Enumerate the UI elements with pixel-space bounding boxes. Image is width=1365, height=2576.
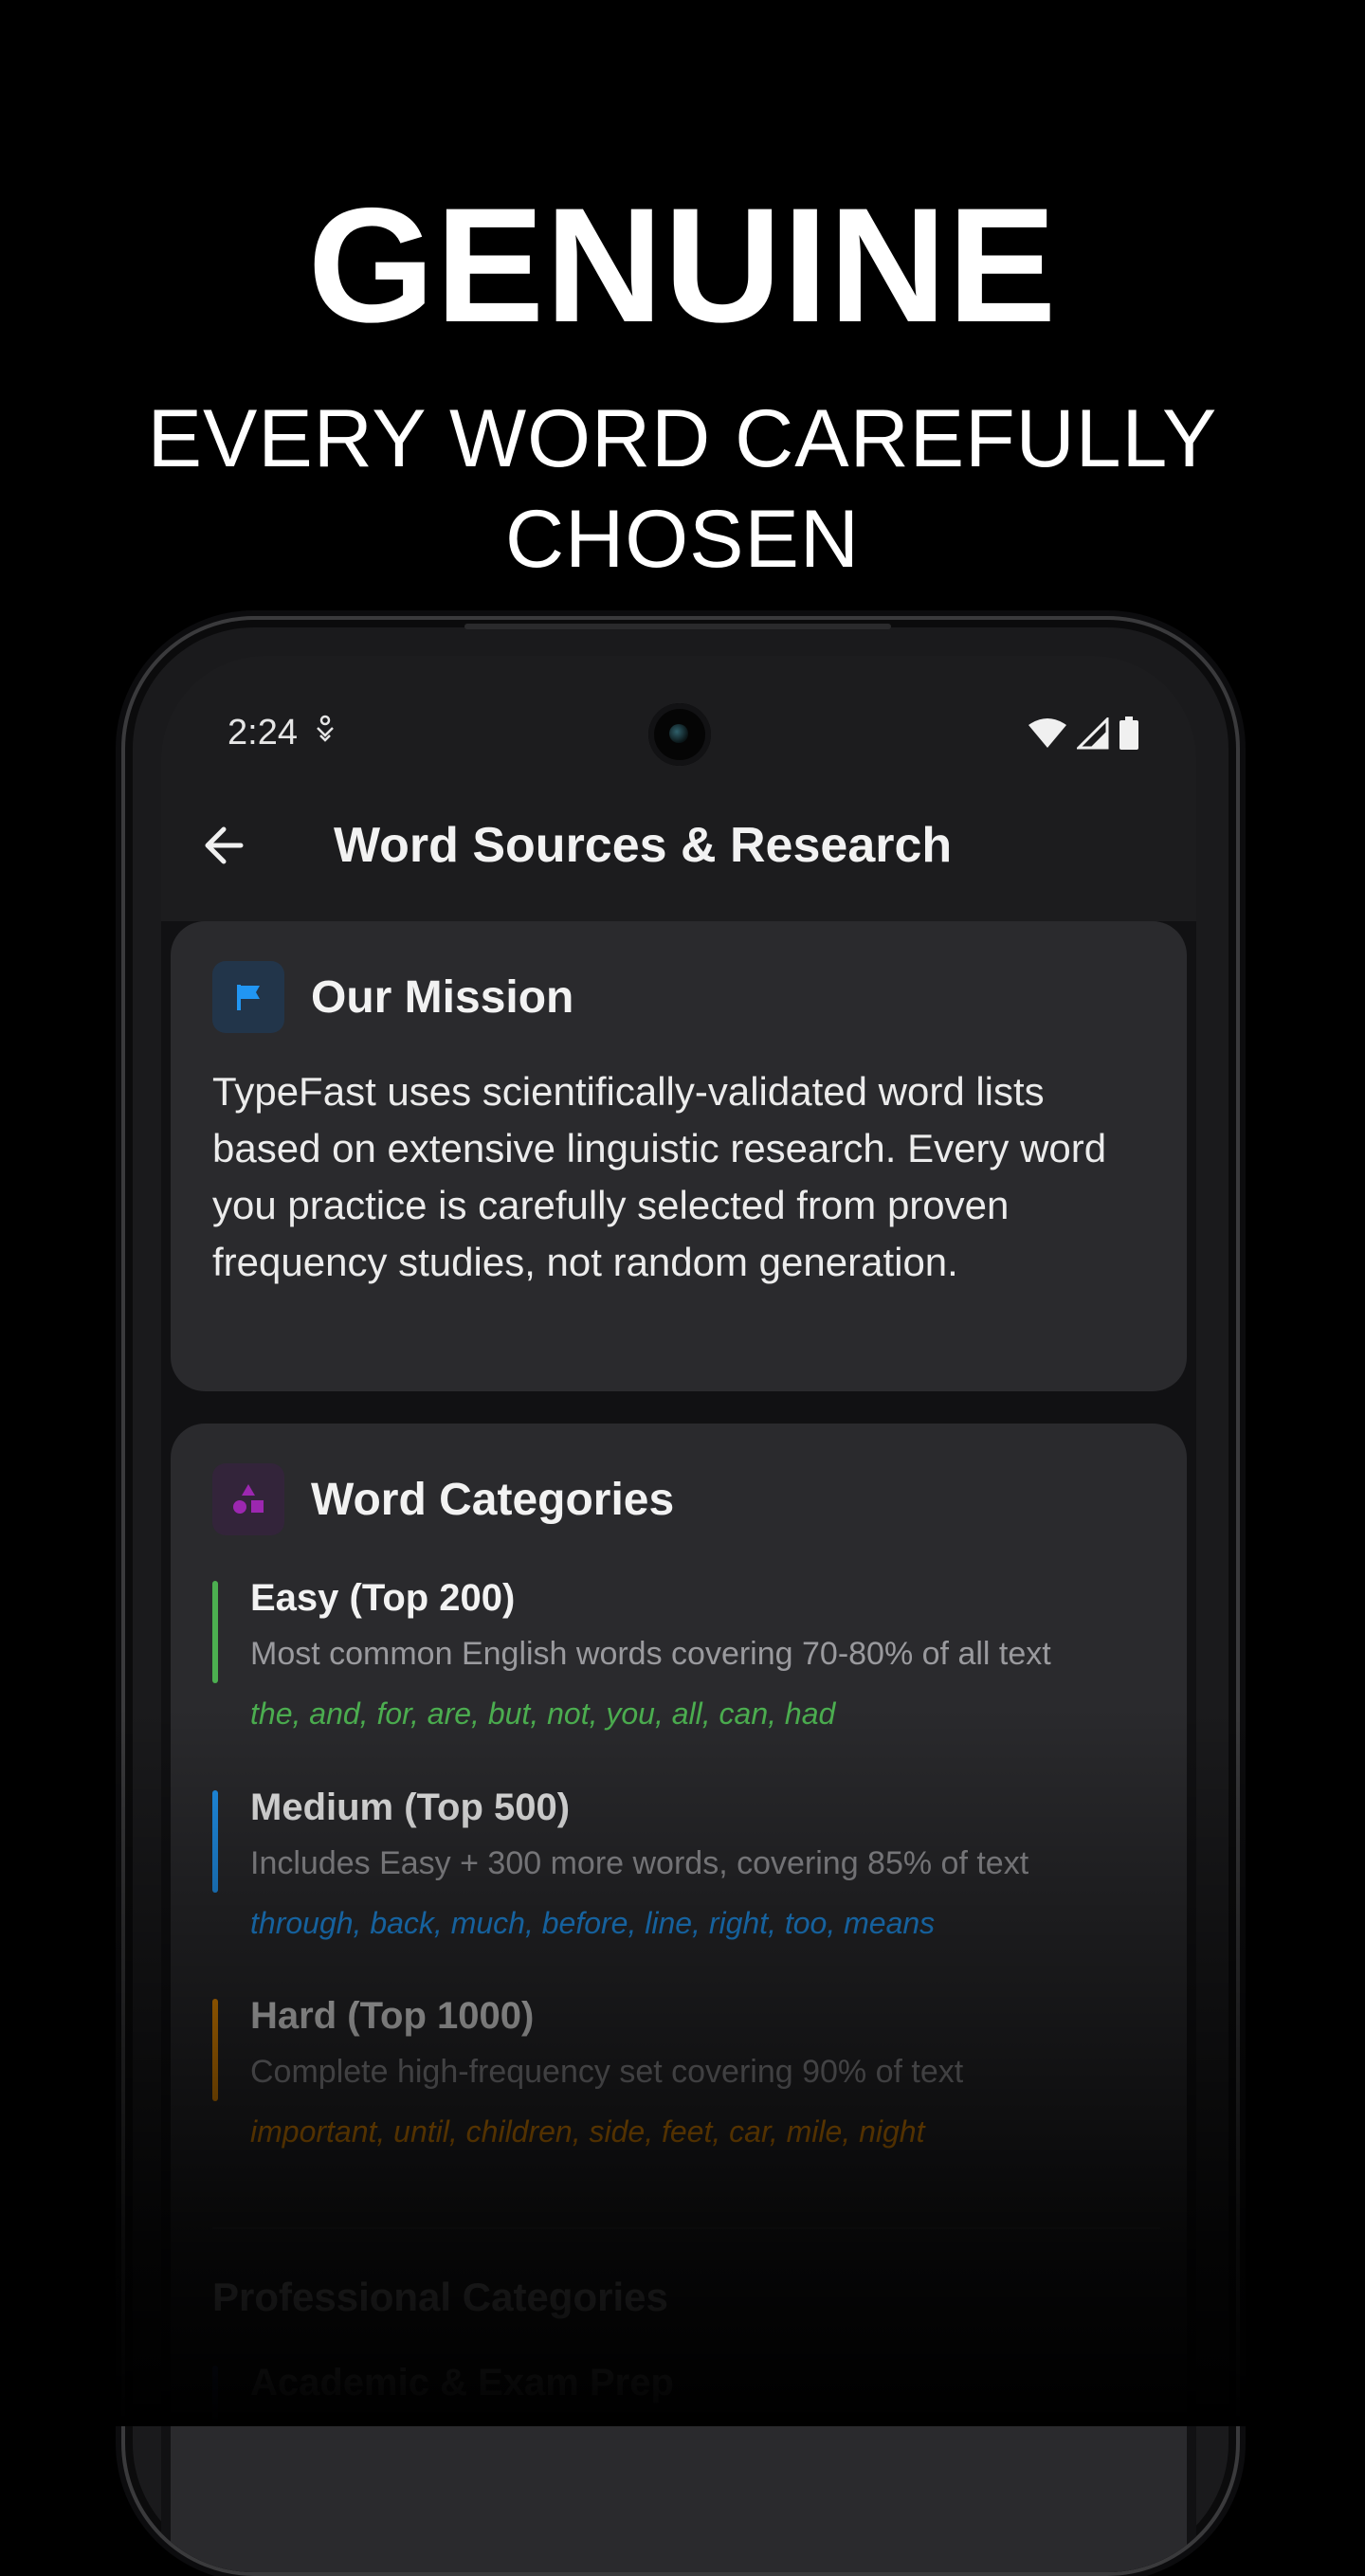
phone-top-edge — [464, 624, 891, 629]
section-divider — [212, 2227, 1160, 2229]
mission-title: Our Mission — [311, 971, 574, 1023]
categories-card: Word Categories Easy (Top 200) Most comm… — [171, 1424, 1187, 2572]
wifi-icon — [1028, 717, 1067, 754]
arrow-back-icon — [205, 826, 244, 864]
mission-text: TypeFast uses scientifically-validated w… — [212, 1069, 1107, 1284]
content-area: Our Mission TypeFast uses scientifically… — [161, 921, 1196, 2572]
category-name: Hard (Top 1000) — [250, 1995, 535, 2037]
category-name: Medium (Top 500) — [250, 1787, 571, 1828]
battery-icon — [1119, 717, 1139, 755]
accessibility-status-icon — [315, 715, 336, 748]
status-icons — [1028, 716, 1139, 755]
category-examples: important, until, children, side, feet, … — [250, 2114, 925, 2149]
category-description: Complete high-frequency set covering 90%… — [250, 2054, 964, 2090]
category-color-bar — [212, 1999, 218, 2101]
category-color-bar — [212, 1790, 218, 1893]
status-time: 2:24 — [228, 713, 298, 753]
category-name: Easy (Top 200) — [250, 1577, 516, 1619]
front-camera — [648, 703, 711, 766]
promo-subline-line-2: CHOSEN — [505, 494, 860, 585]
promo-subline: EVERY WORD CAREFULLY CHOSEN — [0, 389, 1365, 590]
category-name: Academic & Exam Prep — [250, 2362, 674, 2404]
shapes-icon — [212, 1463, 284, 1535]
categories-title: Word Categories — [311, 1474, 675, 1525]
app-bar: Word Sources & Research — [161, 779, 1196, 912]
phone-screen: 2:24 Word Sources & Research Our Mission… — [161, 656, 1196, 2572]
mission-card-header: Our Mission — [212, 961, 573, 1033]
flag-icon — [212, 961, 284, 1033]
categories-card-header: Word Categories — [212, 1463, 674, 1535]
mission-card: Our Mission TypeFast uses scientifically… — [171, 921, 1187, 1391]
promo-subline-line-1: EVERY WORD CAREFULLY — [147, 393, 1218, 484]
category-color-bar — [212, 1581, 218, 1683]
category-description: Most common English words covering 70-80… — [250, 1636, 1051, 1672]
signal-icon — [1075, 716, 1109, 754]
page-title: Word Sources & Research — [334, 818, 953, 873]
category-examples: through, back, much, before, line, right… — [250, 1906, 936, 1940]
professional-categories-title: Professional Categories — [212, 2275, 668, 2319]
phone-frame: 2:24 Word Sources & Research Our Mission… — [121, 616, 1240, 2576]
category-examples: the, and, for, are, but, not, you, all, … — [250, 1696, 836, 1731]
category-description: Includes Easy + 300 more words, covering… — [250, 1845, 1029, 1881]
category-color-bar — [212, 2366, 218, 2422]
back-button[interactable] — [195, 815, 256, 876]
status-bar: 2:24 — [161, 656, 1196, 779]
promo-headline: GENUINE — [307, 174, 1058, 356]
